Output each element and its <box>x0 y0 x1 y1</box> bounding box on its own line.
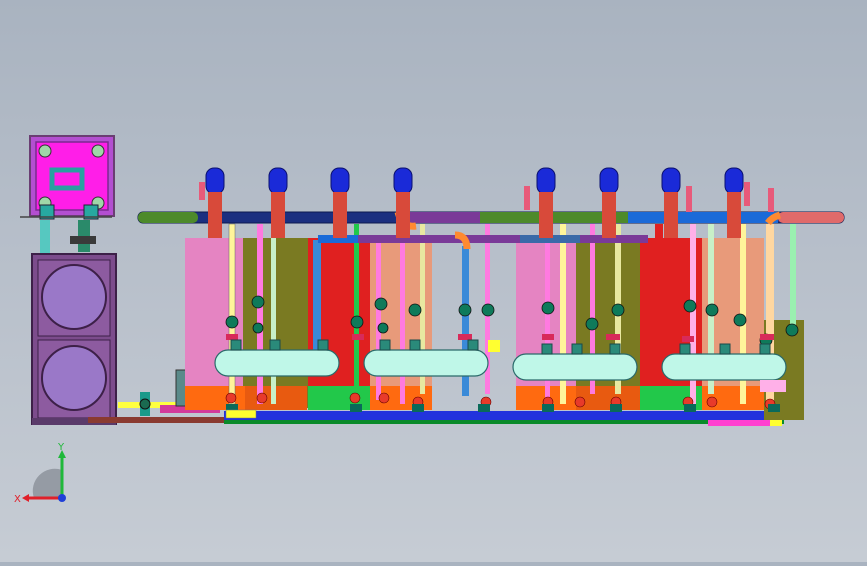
motor-7 <box>661 167 681 238</box>
motor-6 <box>599 167 619 238</box>
skid-unit-2[interactable] <box>308 238 432 410</box>
water-tank-upper[interactable] <box>20 135 115 254</box>
vessel-2 <box>363 349 489 377</box>
motor-2 <box>268 167 288 238</box>
triad-plane <box>32 468 62 498</box>
vessel-1 <box>214 349 340 377</box>
skid-unit-3[interactable] <box>516 238 640 410</box>
cad-viewport[interactable] <box>0 0 867 562</box>
x-axis-label: X <box>14 494 21 505</box>
axis-triad: Y X <box>14 440 74 506</box>
skid-unit-4[interactable] <box>640 238 804 420</box>
motor-3 <box>330 167 350 238</box>
x-axis-arrow <box>22 494 29 502</box>
y-axis-label: Y <box>57 442 65 453</box>
motor-8 <box>724 167 744 238</box>
motor-1 <box>205 167 225 238</box>
pump-station-model[interactable] <box>0 0 867 562</box>
motor-4 <box>393 167 413 238</box>
vessel-4 <box>661 353 787 381</box>
motor-5 <box>536 167 556 238</box>
z-axis-dot <box>58 494 66 502</box>
water-tank-lower[interactable] <box>31 253 117 425</box>
skid-unit-1[interactable] <box>185 238 308 410</box>
vessel-3 <box>512 353 638 381</box>
